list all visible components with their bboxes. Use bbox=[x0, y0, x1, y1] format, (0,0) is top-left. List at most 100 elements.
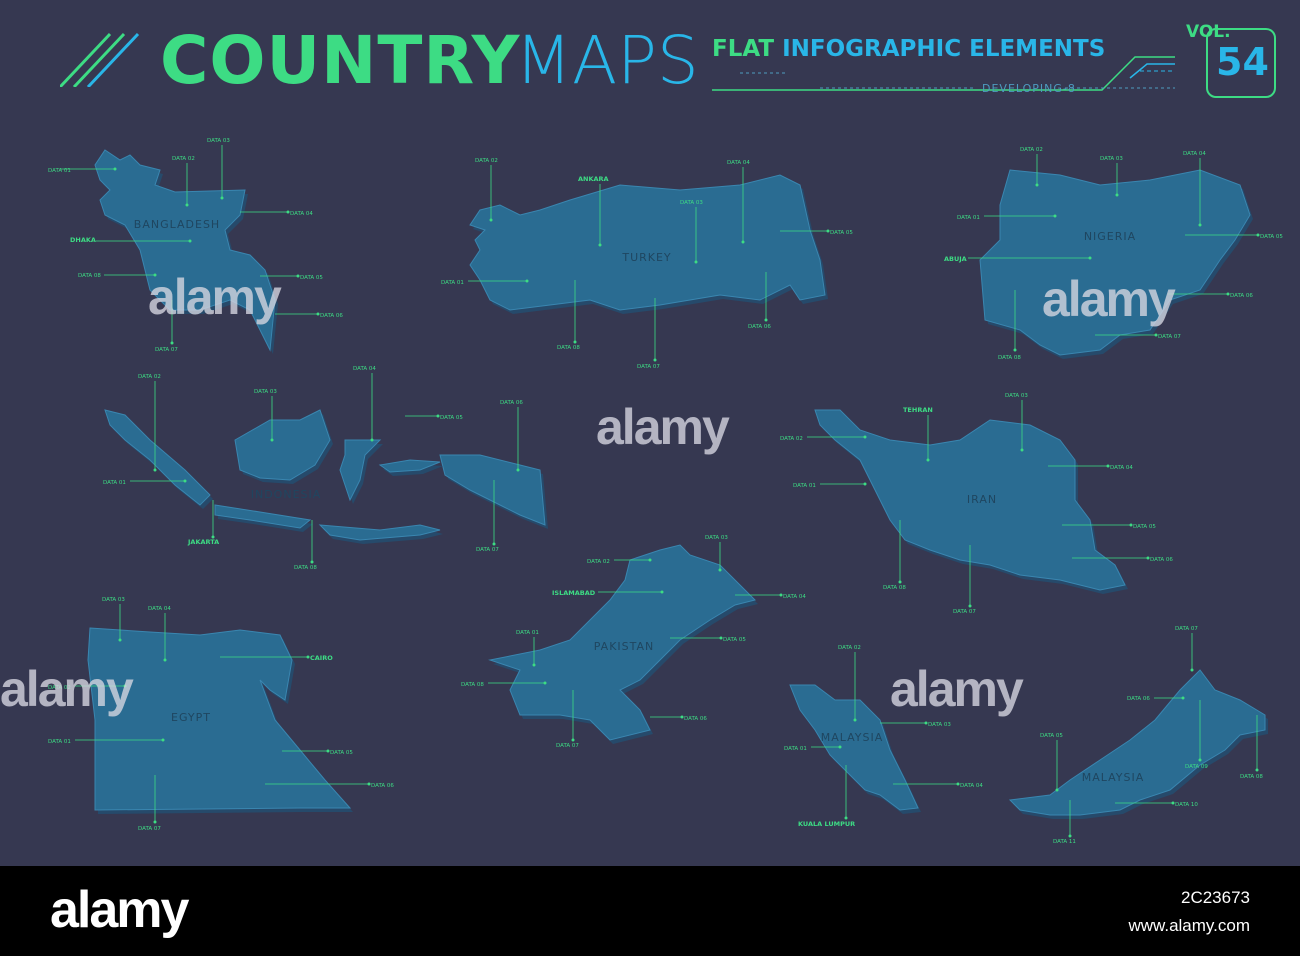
data-label: DATA 07 bbox=[1175, 626, 1198, 632]
data-point bbox=[653, 358, 657, 362]
data-point bbox=[660, 590, 664, 594]
data-point bbox=[838, 745, 842, 749]
infographic-canvas: COUNTRY MAPS FLAT INFOGRAPHIC ELEMENTS D… bbox=[0, 0, 1300, 866]
data-label: DATA 08 bbox=[557, 345, 580, 351]
data-label: DATA 04 bbox=[290, 211, 313, 217]
country-name: MALAYSIA bbox=[1082, 771, 1145, 784]
data-point bbox=[1055, 788, 1059, 792]
data-label: DATA 07 bbox=[138, 826, 161, 832]
data-point bbox=[741, 240, 745, 244]
watermark: alamy bbox=[1042, 271, 1176, 327]
data-label: DATA 04 bbox=[783, 594, 806, 600]
data-label: DATA 01 bbox=[516, 630, 539, 636]
data-point bbox=[863, 435, 867, 439]
data-point bbox=[1035, 183, 1039, 187]
data-point bbox=[270, 438, 274, 442]
data-point bbox=[648, 558, 652, 562]
data-label: DATA 08 bbox=[998, 355, 1021, 361]
data-label: DATA 06 bbox=[1230, 293, 1253, 299]
data-label: DATA 04 bbox=[727, 160, 750, 166]
country-name: MALAYSIA bbox=[821, 731, 884, 744]
data-point bbox=[170, 341, 174, 345]
country-name: PAKISTAN bbox=[594, 640, 655, 653]
data-point bbox=[1181, 696, 1185, 700]
data-label: DATA 02 bbox=[138, 374, 161, 380]
capital-label: CAIRO bbox=[310, 654, 333, 662]
data-point bbox=[1088, 256, 1092, 260]
data-point bbox=[1053, 214, 1057, 218]
data-point bbox=[764, 318, 768, 322]
data-point bbox=[516, 468, 520, 472]
data-point bbox=[598, 243, 602, 247]
data-label: DATA 03 bbox=[705, 535, 728, 541]
data-label: DATA 03 bbox=[928, 722, 951, 728]
watermark: alamy bbox=[890, 661, 1024, 717]
data-label: DATA 04 bbox=[1183, 151, 1206, 157]
data-label: DATA 04 bbox=[960, 783, 983, 789]
data-point bbox=[532, 663, 536, 667]
data-point bbox=[153, 468, 157, 472]
country-name: NIGERIA bbox=[1084, 230, 1136, 243]
data-label: DATA 08 bbox=[1240, 774, 1263, 780]
country-name: TURKEY bbox=[621, 251, 671, 264]
footer-bar: alamy 2C23673 www.alamy.com bbox=[0, 866, 1300, 956]
data-label: DATA 01 bbox=[957, 215, 980, 221]
data-label: DATA 01 bbox=[48, 739, 71, 745]
data-label: DATA 07 bbox=[1158, 334, 1181, 340]
data-label: DATA 03 bbox=[1005, 393, 1028, 399]
data-label: DATA 05 bbox=[440, 415, 463, 421]
watermark: alamy bbox=[148, 269, 282, 325]
capital-label: KUALA LUMPUR bbox=[798, 820, 855, 828]
data-label: DATA 06 bbox=[320, 313, 343, 319]
map-turkey-1: TURKEY DATA 02 ANKARA DATA 03 DATA 04 DATA 05… bbox=[441, 158, 853, 370]
map-pakistan-5: PAKISTAN DATA 03 DATA 02 ISLAMABAD DATA 04 DA… bbox=[461, 535, 806, 749]
data-point bbox=[113, 167, 117, 171]
data-point bbox=[718, 568, 722, 572]
data-label: DATA 10 bbox=[1175, 802, 1198, 808]
watermark: alamy bbox=[0, 661, 134, 717]
data-label: DATA 05 bbox=[1040, 733, 1063, 739]
data-point bbox=[185, 203, 189, 207]
map-malaysia-8: MALAYSIA DATA 07 DATA 06 DATA 05 DATA 09 DATA… bbox=[1008, 626, 1268, 845]
country-shape[interactable] bbox=[469, 174, 826, 311]
data-label: DATA 08 bbox=[294, 565, 317, 571]
data-label: DATA 02 bbox=[587, 559, 610, 565]
footer-url: www.alamy.com bbox=[1128, 916, 1250, 935]
data-label: DATA 02 bbox=[838, 645, 861, 651]
country-shape[interactable] bbox=[1008, 669, 1266, 816]
data-label: DATA 07 bbox=[155, 347, 178, 353]
data-point bbox=[1190, 668, 1194, 672]
data-label: DATA 01 bbox=[784, 746, 807, 752]
data-label: DATA 06 bbox=[684, 716, 707, 722]
data-point bbox=[525, 279, 529, 283]
data-point bbox=[489, 218, 493, 222]
data-label: DATA 08 bbox=[883, 585, 906, 591]
capital-label: TEHRAN bbox=[903, 406, 933, 414]
country-shape[interactable] bbox=[439, 454, 546, 526]
data-label: DATA 03 bbox=[680, 200, 703, 206]
data-point bbox=[1013, 348, 1017, 352]
data-label: DATA 04 bbox=[1110, 465, 1133, 471]
data-point bbox=[898, 580, 902, 584]
data-label: DATA 01 bbox=[48, 168, 71, 174]
data-point bbox=[163, 658, 167, 662]
data-label: DATA 06 bbox=[748, 324, 771, 330]
data-label: DATA 07 bbox=[476, 547, 499, 553]
data-label: DATA 02 bbox=[1020, 147, 1043, 153]
data-label: DATA 02 bbox=[475, 158, 498, 164]
country-shape[interactable] bbox=[104, 409, 211, 506]
data-point bbox=[1255, 768, 1259, 772]
data-point bbox=[153, 820, 157, 824]
data-label: DATA 05 bbox=[1260, 234, 1283, 240]
data-point bbox=[1198, 758, 1202, 762]
data-label: DATA 05 bbox=[330, 750, 353, 756]
data-point bbox=[220, 196, 224, 200]
data-label: DATA 08 bbox=[78, 273, 101, 279]
country-name: BANGLADESH bbox=[134, 218, 220, 231]
data-label: DATA 05 bbox=[1133, 524, 1156, 530]
data-point bbox=[853, 718, 857, 722]
capital-label: ABUJA bbox=[944, 255, 967, 263]
data-label: DATA 01 bbox=[441, 280, 464, 286]
data-point bbox=[694, 260, 698, 264]
data-label: DATA 11 bbox=[1053, 839, 1076, 845]
